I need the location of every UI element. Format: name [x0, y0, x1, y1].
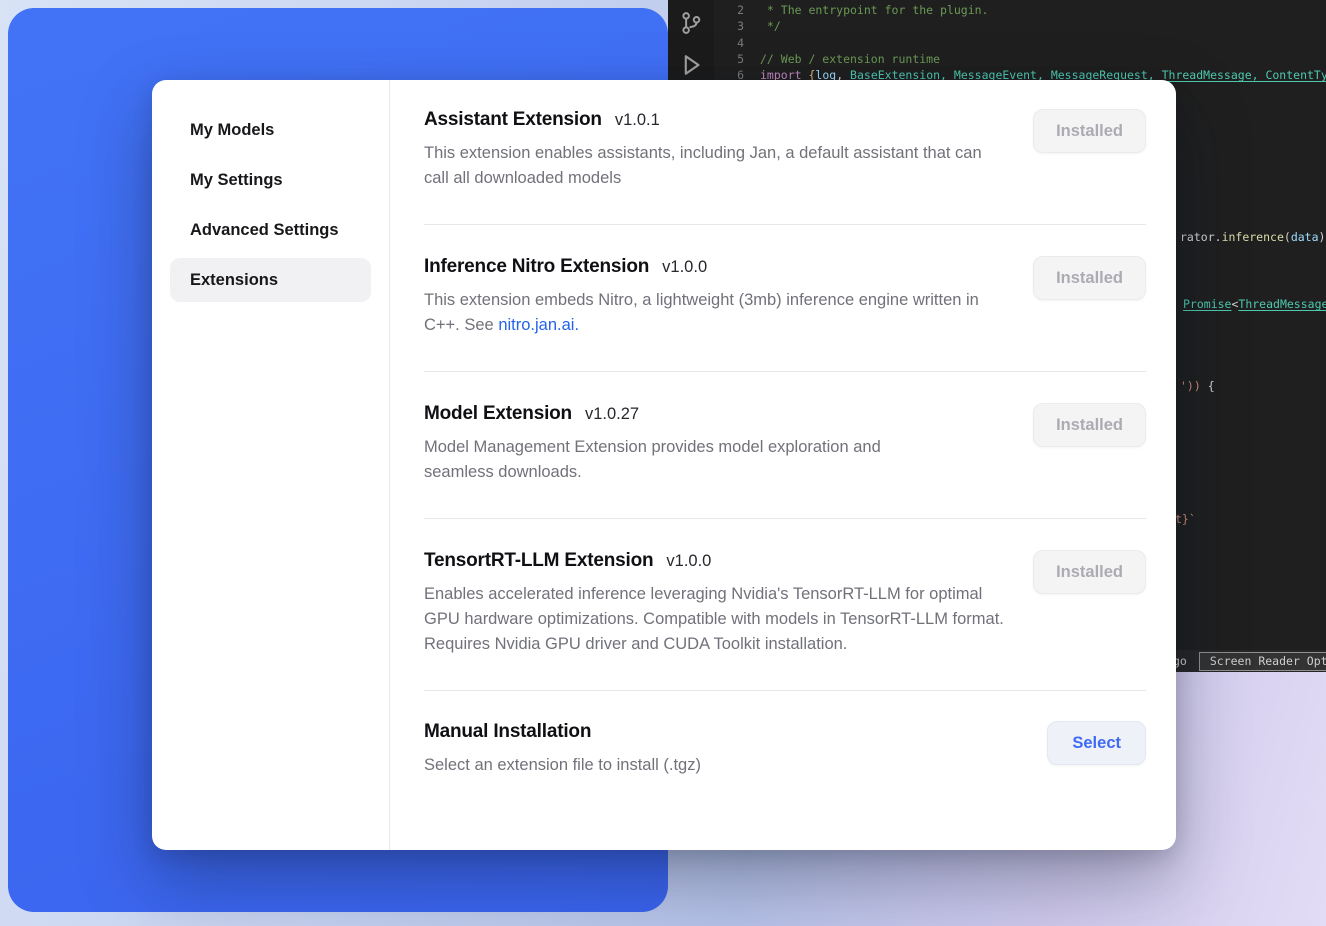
- tensorrt-installed-button[interactable]: Installed: [1033, 550, 1146, 594]
- code-fragment: ')) {: [1180, 379, 1215, 393]
- extension-row-inference-nitro: Inference Nitro Extension v1.0.0 This ex…: [424, 225, 1146, 372]
- extension-version: v1.0.0: [666, 552, 711, 571]
- code-line: 4: [714, 35, 1326, 51]
- code-line: 2 * The entrypoint for the plugin.: [714, 2, 1326, 18]
- extension-row-tensorrt-llm: TensortRT-LLM Extension v1.0.0 Enables a…: [424, 519, 1146, 691]
- extension-description: Model Management Extension provides mode…: [424, 435, 954, 485]
- extension-version: v1.0.1: [615, 111, 660, 130]
- line-number: 2: [714, 2, 744, 18]
- sidebar-item-my-settings[interactable]: My Settings: [170, 158, 371, 202]
- nitro-jan-ai-link[interactable]: nitro.jan.ai.: [498, 316, 579, 334]
- code-comment: * The entrypoint for the plugin.: [760, 2, 988, 18]
- sidebar-item-my-models[interactable]: My Models: [170, 108, 371, 152]
- editor-code-area: 2 * The entrypoint for the plugin. 3 */ …: [714, 2, 1326, 83]
- extensions-panel: Assistant Extension v1.0.1 This extensio…: [390, 80, 1176, 850]
- screen-reader-status-badge[interactable]: Screen Reader Optimized: [1199, 652, 1326, 671]
- extension-description: This extension enables assistants, inclu…: [424, 141, 1004, 191]
- assistant-installed-button[interactable]: Installed: [1033, 109, 1146, 153]
- manual-installation-row: Manual Installation Select an extension …: [424, 691, 1146, 811]
- code-comment: // Web / extension runtime: [760, 51, 940, 67]
- extension-description: This extension embeds Nitro, a lightweig…: [424, 288, 1004, 338]
- select-file-button[interactable]: Select: [1047, 721, 1146, 765]
- manual-installation-title: Manual Installation: [424, 721, 591, 743]
- code-fragment: Promise<ThreadMessage>: [1183, 297, 1326, 311]
- extension-description: Enables accelerated inference leveraging…: [424, 582, 1004, 657]
- manual-installation-description: Select an extension file to install (.tg…: [424, 753, 701, 778]
- model-installed-button[interactable]: Installed: [1033, 403, 1146, 447]
- sidebar-item-extensions[interactable]: Extensions: [170, 258, 371, 302]
- extension-version: v1.0.27: [585, 405, 639, 424]
- extension-version: v1.0.0: [662, 258, 707, 277]
- extension-row-assistant: Assistant Extension v1.0.1 This extensio…: [424, 80, 1146, 225]
- line-number: 5: [714, 51, 744, 67]
- settings-modal: My Models My Settings Advanced Settings …: [152, 80, 1176, 850]
- extension-name: TensortRT-LLM Extension: [424, 550, 653, 572]
- extension-row-model: Model Extension v1.0.27 Model Management…: [424, 372, 1146, 519]
- code-line: 5 // Web / extension runtime: [714, 51, 1326, 67]
- extension-name: Assistant Extension: [424, 109, 602, 131]
- inference-nitro-installed-button[interactable]: Installed: [1033, 256, 1146, 300]
- line-number: 3: [714, 18, 744, 34]
- extension-name: Model Extension: [424, 403, 572, 425]
- code-line: 3 */: [714, 18, 1326, 34]
- run-debug-icon[interactable]: [678, 52, 704, 78]
- code-fragment: rator.inference(data));: [1180, 230, 1326, 244]
- settings-sidebar: My Models My Settings Advanced Settings …: [152, 80, 390, 850]
- code-fragment: t}`: [1175, 512, 1196, 526]
- code-comment: */: [760, 18, 781, 34]
- source-control-icon[interactable]: [678, 10, 704, 36]
- extension-name: Inference Nitro Extension: [424, 256, 649, 278]
- line-number: 4: [714, 35, 744, 51]
- sidebar-item-advanced-settings[interactable]: Advanced Settings: [170, 208, 371, 252]
